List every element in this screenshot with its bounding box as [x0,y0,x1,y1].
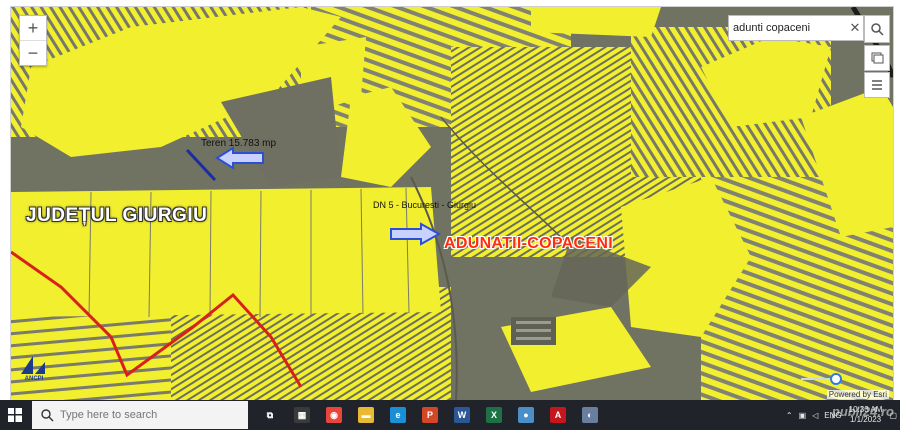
volume-icon[interactable]: ◁ [812,411,818,420]
scale-slider-handle[interactable] [830,373,842,385]
road-label: DN 5 - Bucuresti - Giurgiu [373,200,477,210]
excel-icon: X [486,407,502,423]
taskbar-app[interactable]: ● [510,400,542,430]
watermark: publi24.ro [831,404,894,419]
file-explorer-icon: ▬ [358,407,374,423]
start-button[interactable] [0,400,30,430]
search-button[interactable] [864,15,890,43]
list-icon [872,80,882,90]
basemap-gallery-button[interactable] [864,45,890,71]
zoom-out-button[interactable]: − [20,40,46,65]
taskbar-app[interactable]: X [478,400,510,430]
taskbar-app[interactable]: P [414,400,446,430]
taskbar-search-input[interactable] [54,408,242,422]
taskbar-app[interactable]: ⧉ [254,400,286,430]
city-label: ADUNATII-COPACENI [444,235,613,252]
taskbar-app[interactable]: e [382,400,414,430]
map-search-box: ✕ [728,15,864,41]
logo-text: ANCPI [24,376,44,382]
chrome-icon: ◉ [326,407,342,423]
search-icon [871,23,884,36]
store-icon: ▦ [294,407,310,423]
zoom-control: + − [19,15,47,66]
scale-slider-track [801,378,831,380]
network-icon[interactable]: ▣ [799,411,807,420]
app-icon: ● [518,407,534,423]
layers-icon [871,52,884,64]
county-label: JUDEȚUL GIURGIU [26,205,208,226]
taskbar-app[interactable]: W [446,400,478,430]
taskbar-search-box[interactable] [32,401,248,429]
chevron-up-icon[interactable]: ⌃ [786,411,793,420]
legend-button[interactable] [864,72,890,98]
zoom-in-button[interactable]: + [20,16,46,40]
map-attribution: Powered by Esri [826,390,889,399]
remote-icon: ◐ [582,407,598,423]
pinned-apps: ⧉ ▦ ◉ ▬ e P W X ● A ◐ [254,400,606,430]
map-search-input[interactable] [729,22,847,34]
powerpoint-icon: P [422,407,438,423]
search-icon [41,409,54,422]
clear-search-button[interactable]: ✕ [847,20,863,36]
edge-icon: e [390,407,406,423]
taskbar-app[interactable]: ◐ [574,400,606,430]
taskbar-app[interactable]: A [542,400,574,430]
windows-taskbar: ⧉▦◉▬ePWX●A◐ ⌃ ▣ ◁ ENG 10:33 AM 1/1/2023 … [0,400,900,430]
word-icon: W [454,407,470,423]
taskbar-app[interactable]: ▬ [350,400,382,430]
taskbar-app[interactable]: ▦ [286,400,318,430]
plot-area-label: Teren 15.783 mp [201,138,277,149]
acrobat-icon: A [550,407,566,423]
taskbar-app[interactable]: ◉ [318,400,350,430]
windows-logo-icon [8,408,22,422]
map-view[interactable]: + − ✕ Teren 15.783 mp DN 5 - Bucuresti -… [10,6,894,401]
ancpi-logo: ANCPI [17,354,49,384]
task-view-icon: ⧉ [262,407,278,423]
